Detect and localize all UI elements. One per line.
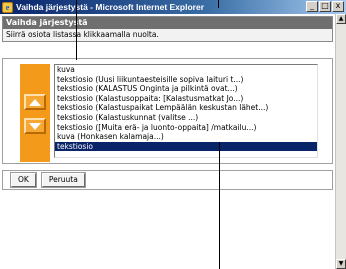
dialog-description: Siirrä osiota listassa klikkaamalla nuol… bbox=[3, 29, 332, 41]
arrow-down-icon bbox=[29, 122, 41, 130]
vertical-scrollbar[interactable]: ▲ ▼ bbox=[335, 14, 346, 269]
list-item[interactable]: tekstiosio ([Muita erä- ja luonto-oppait… bbox=[55, 123, 317, 133]
move-down-button[interactable] bbox=[24, 118, 46, 134]
annotation-line-top bbox=[218, 0, 219, 8]
maximize-button[interactable]: □ bbox=[319, 1, 331, 12]
arrow-panel bbox=[20, 64, 50, 162]
list-item[interactable]: tekstiosio (Kalastuspaikat Lempäälän kes… bbox=[55, 103, 317, 113]
annotation-line-left bbox=[76, 0, 77, 60]
window-titlebar[interactable]: e Vaihda järjestystä - Microsoft Interne… bbox=[0, 0, 346, 14]
list-item[interactable]: tekstiosio (KALASTUS Onginta ja pilkintä… bbox=[55, 84, 317, 94]
list-item[interactable]: tekstiosio bbox=[55, 141, 317, 152]
ie-logo-icon: e bbox=[2, 1, 13, 13]
scroll-up-button[interactable]: ▲ bbox=[336, 14, 346, 24]
dialog-title: Vaihda järjestystä bbox=[3, 17, 332, 29]
window-title: Vaihda järjestystä - Microsoft Internet … bbox=[16, 2, 205, 12]
arrow-up-icon bbox=[29, 98, 41, 106]
window-controls: _ □ x bbox=[306, 1, 344, 12]
scroll-down-button[interactable]: ▼ bbox=[336, 259, 346, 269]
dialog-header: Vaihda järjestystä Siirrä osiota listass… bbox=[2, 16, 333, 42]
cancel-button[interactable]: Peruuta bbox=[41, 173, 85, 187]
list-item[interactable]: tekstiosio (Kalastusoppaita: [Kalastusma… bbox=[55, 94, 317, 104]
section-listbox[interactable]: kuva tekstiosio (Uusi liikuntaesteisille … bbox=[54, 64, 318, 158]
ok-button[interactable]: OK bbox=[11, 173, 36, 187]
list-item[interactable]: kuva (Honkasen kalamaja...) bbox=[55, 132, 317, 142]
button-bar: OK Peruuta bbox=[2, 170, 333, 190]
close-button[interactable]: x bbox=[332, 1, 344, 12]
minimize-button[interactable]: _ bbox=[306, 1, 318, 12]
list-item[interactable]: kuva bbox=[55, 65, 317, 75]
list-item[interactable]: tekstiosio (Uusi liikuntaesteisille sopi… bbox=[55, 75, 317, 85]
move-up-button[interactable] bbox=[24, 94, 46, 110]
annotation-line-bottom bbox=[219, 142, 220, 269]
list-item[interactable]: tekstiosio (Kalastuskunnat (valitse ...) bbox=[55, 113, 317, 123]
